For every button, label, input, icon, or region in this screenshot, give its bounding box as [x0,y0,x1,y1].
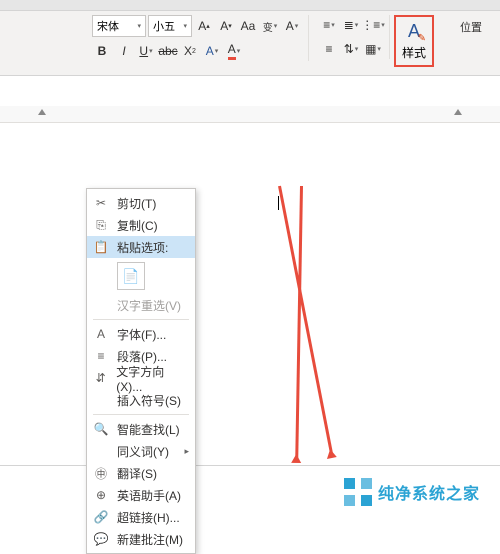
menu-cut[interactable]: ✂ 剪切(T) [87,192,195,214]
menu-new-comment[interactable]: 💬 新建批注(M) [87,528,195,550]
text-direction-icon: ⇵ [93,371,108,385]
menu-label: 智能查找(L) [117,421,180,438]
text-effects-button[interactable]: A [202,41,222,61]
menu-smart-lookup[interactable]: 🔍 智能查找(L) [87,418,195,440]
separator [93,414,189,415]
translate-icon: ㊥ [93,465,109,482]
align-button[interactable]: ≡ [319,39,339,59]
menu-text-direction[interactable]: ⇵文字方向(X)... [87,367,195,389]
annotation-arrow [295,186,303,461]
menu-label: 汉字重选(V) [117,297,181,314]
menu-label: 超链接(H)... [117,509,180,526]
link-icon: 🔗 [93,510,109,524]
subscript-button[interactable]: X2 [180,41,200,61]
font-size-select[interactable]: 小五▾ [148,15,192,37]
menu-label: 插入符号(S) [117,392,181,409]
shading-button[interactable]: ▦ [363,39,383,59]
document-area[interactable]: ✂ 剪切(T) ⎘ 复制(C) 📋 粘贴选项: 📄 汉字重选(V) A 字体(F)...… [0,106,500,506]
search-icon: 🔍 [93,422,109,436]
ribbon-toolbar: 宋体▾ 小五▾ A▴ A▾ Aa 变 A B I U abc X2 A A ≡ … [0,11,500,76]
assistant-icon: ⊕ [93,488,109,502]
text-cursor [278,196,279,210]
change-case-button[interactable]: Aa [238,16,258,36]
bullets-button[interactable]: ≡ [319,15,339,35]
menu-label: 新建批注(M) [117,531,183,548]
shrink-font-button[interactable]: A▾ [216,16,236,36]
position-label: 位置 [460,19,482,35]
bold-button[interactable]: B [92,41,112,61]
footer-divider [0,465,500,466]
paste-options-row: 📄 [87,258,195,294]
font-size-value: 小五 [153,18,175,34]
menu-insert-symbol[interactable]: 插入符号(S) [87,389,195,411]
watermark-text: 纯净系统之家 [378,480,480,504]
menu-paste-options[interactable]: 📋 粘贴选项: [87,236,195,258]
menu-label: 剪切(T) [117,195,156,212]
context-menu: ✂ 剪切(T) ⎘ 复制(C) 📋 粘贴选项: 📄 汉字重选(V) A 字体(F)...… [86,188,196,554]
grow-font-button[interactable]: A▴ [194,16,214,36]
paragraph-group: ≡ ≣ ⋮≡ ≡ ⇅ ▦ [313,15,390,59]
clear-format-button[interactable]: A [282,16,302,36]
multilevel-button[interactable]: ⋮≡ [363,15,383,35]
ruler[interactable] [0,106,500,123]
line-spacing-button[interactable]: ⇅ [341,39,361,59]
clipboard-icon: 📋 [93,240,109,254]
annotation-arrow [278,186,333,457]
styles-icon: A [408,21,420,42]
italic-button[interactable]: I [114,41,134,61]
menu-synonyms[interactable]: 同义词(Y) [87,440,195,462]
scissors-icon: ✂ [93,196,109,210]
menu-label: 粘贴选项: [117,239,168,256]
font-icon: A [93,327,109,341]
underline-button[interactable]: U [136,41,156,61]
paragraph-icon: ≡ [93,349,109,363]
menu-label: 同义词(Y) [117,443,169,460]
menu-han-reselect: 汉字重选(V) [87,294,195,316]
position-group: 位置 [448,15,494,39]
menu-label: 英语助手(A) [117,487,181,504]
numbering-button[interactable]: ≣ [341,15,361,35]
styles-label: 样式 [402,44,426,61]
menu-english-assistant[interactable]: ⊕ 英语助手(A) [87,484,195,506]
phonetic-guide-button[interactable]: 变 [260,16,280,36]
copy-icon: ⎘ [93,218,109,233]
menu-label: 复制(C) [117,217,158,234]
separator [93,319,189,320]
menu-copy[interactable]: ⎘ 复制(C) [87,214,195,236]
comment-icon: 💬 [93,532,109,546]
styles-button[interactable]: A 样式 [394,15,434,67]
font-group: 宋体▾ 小五▾ A▴ A▾ Aa 变 A B I U abc X2 A A [86,15,309,61]
font-name-value: 宋体 [97,18,119,34]
paste-keep-formatting-button[interactable]: 📄 [117,262,145,290]
menu-label: 翻译(S) [117,465,157,482]
watermark: 纯净系统之家 [344,478,480,506]
strikethrough-button[interactable]: abc [158,41,178,61]
menu-hyperlink[interactable]: 🔗 超链接(H)... [87,506,195,528]
menu-translate[interactable]: ㊥翻译(S) [87,462,195,484]
menu-font[interactable]: A 字体(F)... [87,323,195,345]
menu-label: 字体(F)... [117,326,166,343]
watermark-logo-icon [344,478,372,506]
highlight-button[interactable]: A [224,41,244,61]
ribbon-tabs [0,0,500,11]
font-name-select[interactable]: 宋体▾ [92,15,146,37]
